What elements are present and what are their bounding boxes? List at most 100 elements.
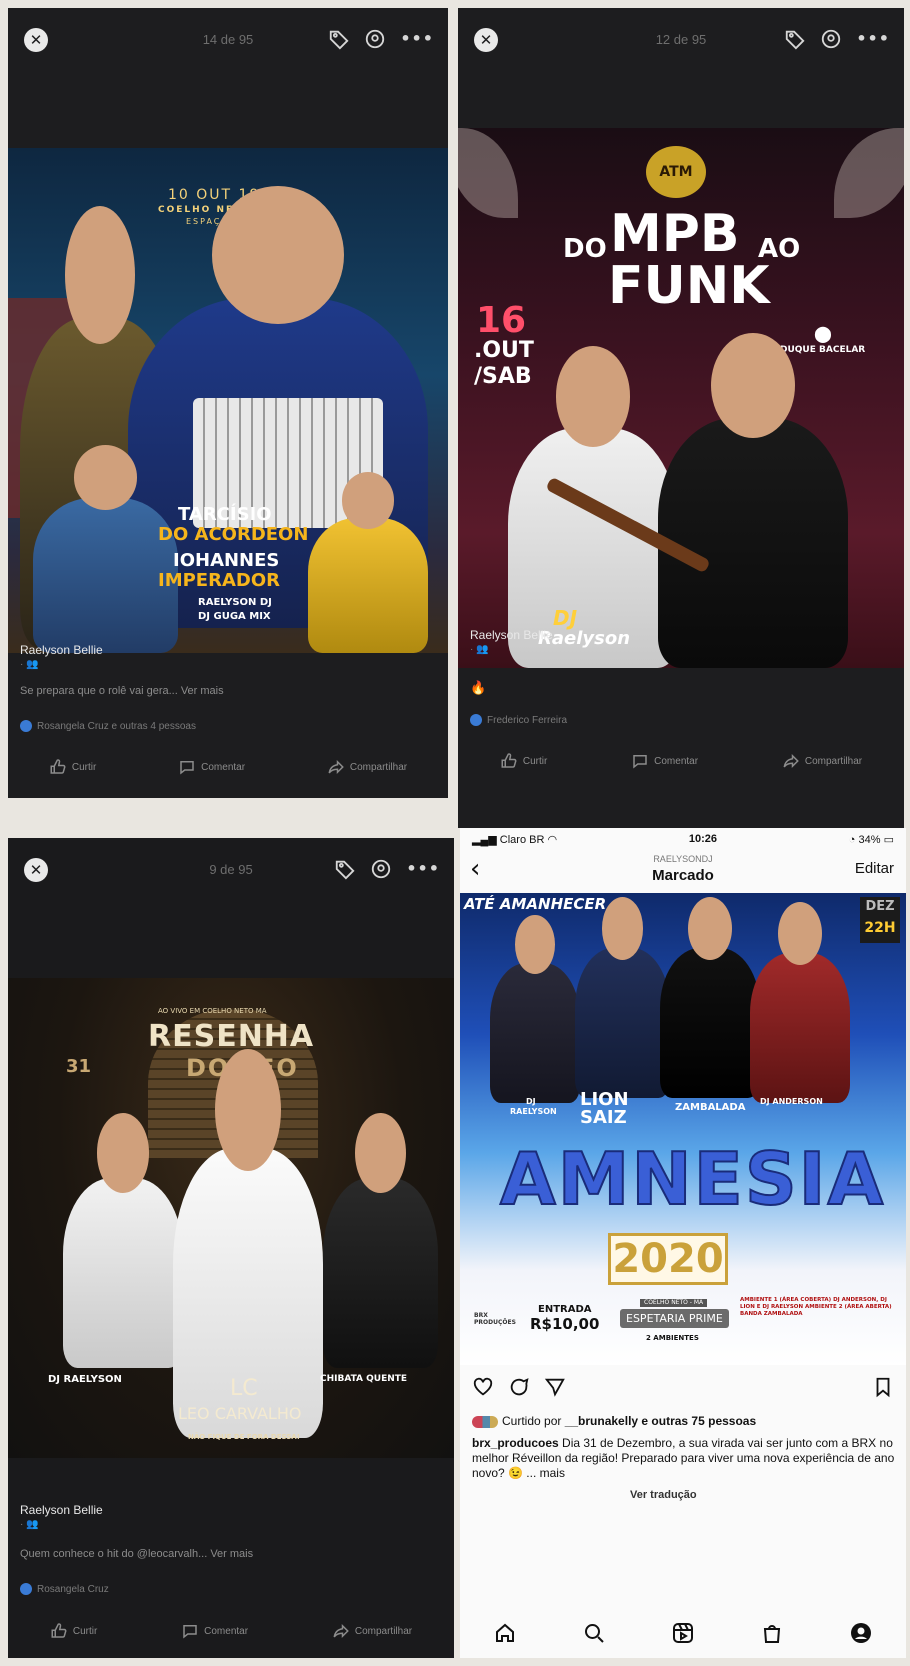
artist-photo (490, 915, 580, 1103)
post-meta: · 👥 (470, 644, 489, 655)
liked-by[interactable]: Curtido por __brunakelly e outras 75 pes… (472, 1414, 898, 1429)
home-icon[interactable] (493, 1621, 517, 1645)
post-meta: · 👥 (20, 1519, 39, 1530)
year-box: 2020 (608, 1233, 728, 1285)
profile-avatar-icon[interactable] (849, 1621, 873, 1645)
comment-button[interactable]: Comentar (178, 758, 245, 776)
poster-side-date: 31 (66, 1056, 92, 1077)
palm-leaf (458, 128, 518, 218)
like-button[interactable]: Curtir (50, 1622, 97, 1640)
viewer-top-bar: ✕ 12 de 95 ••• (458, 8, 904, 70)
thumbs-up-icon (51, 1623, 67, 1638)
clock: 10:26 (688, 833, 717, 845)
post-author[interactable]: Raelyson Bellie (470, 628, 553, 642)
send-icon[interactable] (544, 1376, 566, 1398)
dj-name: ZAMBALADA (675, 1102, 746, 1113)
guest-credit: CHIBATA QUENTE (320, 1374, 408, 1384)
share-button[interactable]: Compartilhar (327, 758, 407, 776)
tag-icon[interactable] (784, 28, 806, 50)
entry-label: ENTRADA (538, 1304, 592, 1315)
comment-button[interactable]: Comentar (181, 1622, 248, 1640)
dj-name: DJ (526, 1097, 536, 1106)
heart-icon[interactable] (472, 1376, 494, 1398)
viewer-top-bar: ✕ 9 de 95 ••• (8, 838, 454, 900)
dj-label: DJ (553, 606, 578, 630)
search-icon[interactable] (582, 1621, 606, 1645)
tag-icon[interactable] (334, 858, 356, 880)
dj-name: DJ ANDERSON (760, 1097, 823, 1106)
comment-icon[interactable] (508, 1376, 530, 1398)
poster-title: MPB (610, 204, 740, 264)
artist-photo (323, 1113, 438, 1368)
location-pin-icon[interactable] (820, 28, 842, 50)
comment-icon (633, 755, 647, 769)
shop-icon[interactable] (760, 1621, 784, 1645)
post-actions: Curtir Comentar Compartilhar (458, 752, 904, 770)
translate-link[interactable]: Ver tradução (630, 1488, 898, 1503)
poster-month: .OUT (474, 338, 534, 363)
header-title: Marcado (652, 867, 714, 884)
headliner-name: LEO CARVALHO (178, 1404, 302, 1423)
header-username: RAELYSONDJ (653, 854, 713, 864)
like-button[interactable]: Curtir (500, 752, 547, 770)
more-options-icon[interactable]: ••• (406, 858, 440, 880)
reactions-summary[interactable]: Frederico Ferreira (470, 714, 567, 726)
artist-photo (308, 472, 428, 653)
status-bar: ▂▄▆ Claro BR ◠ 10:26 ◔ 34% ▭ (460, 828, 906, 850)
palm-leaf (834, 128, 904, 218)
thumbs-up-icon (501, 753, 517, 768)
like-reaction-icon (470, 714, 482, 726)
poster-title: RESENHA (148, 1019, 315, 1054)
instagram-header: ‹ RAELYSONDJ Marcado Editar (460, 850, 906, 890)
artist-photo (750, 902, 850, 1103)
reactions-text: Rosangela Cruz (37, 1583, 109, 1595)
bookmark-icon[interactable] (872, 1376, 894, 1398)
poster-top-line: AO VIVO EM COELHO NETO MA (158, 1007, 267, 1015)
poster-title: DO (563, 234, 607, 264)
poster-day: 16 (476, 300, 527, 341)
instagram-post-screen: ▂▄▆ Claro BR ◠ 10:26 ◔ 34% ▭ ‹ RAELYSOND… (460, 828, 906, 1658)
comment-icon (180, 761, 194, 775)
artist-name: IOHANNES (173, 550, 280, 571)
tag-icon[interactable] (328, 28, 350, 50)
dj-name: RAELYSON (510, 1107, 557, 1116)
share-icon (783, 753, 799, 769)
post-author[interactable]: Raelyson Bellie (20, 643, 103, 657)
more-options-icon[interactable]: ••• (400, 28, 434, 50)
entry-price: R$10,00 (530, 1315, 600, 1333)
event-poster: 10 OUT 19H COELHO NETO MA ESPAÇO MM TARC… (8, 148, 448, 653)
event-poster[interactable]: ATÉ AMANHECER DEZ 22H DJ RAELYSON LION S… (460, 893, 906, 1365)
like-button[interactable]: Curtir (49, 758, 96, 776)
event-title: AMNESIA (499, 1137, 886, 1221)
post-author[interactable]: Raelyson Bellie (20, 1503, 103, 1517)
location-pin-icon[interactable] (370, 858, 392, 880)
poster-title: FUNK (608, 256, 770, 316)
liker-avatars (472, 1415, 498, 1428)
reactions-summary[interactable]: Rosangela Cruz e outras 4 pessoas (20, 720, 196, 732)
post-caption[interactable]: Se prepara que o rolê vai gera... Ver ma… (20, 685, 436, 697)
post-emoji: 🔥 (470, 680, 487, 695)
post-caption[interactable]: Quem conhece o hit do @leocarvalh... Ver… (20, 1548, 442, 1560)
poster-weekday: /SAB (474, 364, 532, 389)
post-action-bar (472, 1376, 894, 1398)
post-caption[interactable]: brx_producoes Dia 31 de Dezembro, a sua … (472, 1436, 898, 1481)
share-button[interactable]: Compartilhar (332, 1622, 412, 1640)
edit-button[interactable]: Editar (855, 860, 894, 877)
headliner-logo: LC (230, 1376, 258, 1401)
artist-photo (575, 897, 670, 1098)
facebook-photo-viewer-2: ✕ 12 de 95 ••• ATM DO MPB AO FUNK 16 .OU… (458, 8, 904, 828)
venue-top: COELHO NETO - MA (640, 1299, 708, 1307)
venue-name: ESPETARIA PRIME (620, 1309, 729, 1328)
like-reaction-icon (20, 720, 32, 732)
share-button[interactable]: Compartilhar (782, 752, 862, 770)
battery-label: ◔ 34% ▭ (848, 833, 894, 846)
poster-place: DUQUE BACELAR (780, 345, 866, 355)
more-options-icon[interactable]: ••• (856, 28, 890, 50)
viewer-top-bar: ✕ 14 de 95 ••• (8, 8, 448, 70)
post-actions: Curtir Comentar Compartilhar (8, 758, 448, 776)
location-pin-icon[interactable] (364, 28, 386, 50)
comment-button[interactable]: Comentar (631, 752, 698, 770)
reactions-summary[interactable]: Rosangela Cruz (20, 1583, 109, 1595)
reels-icon[interactable] (671, 1621, 695, 1645)
post-meta: · 👥 (20, 659, 39, 670)
